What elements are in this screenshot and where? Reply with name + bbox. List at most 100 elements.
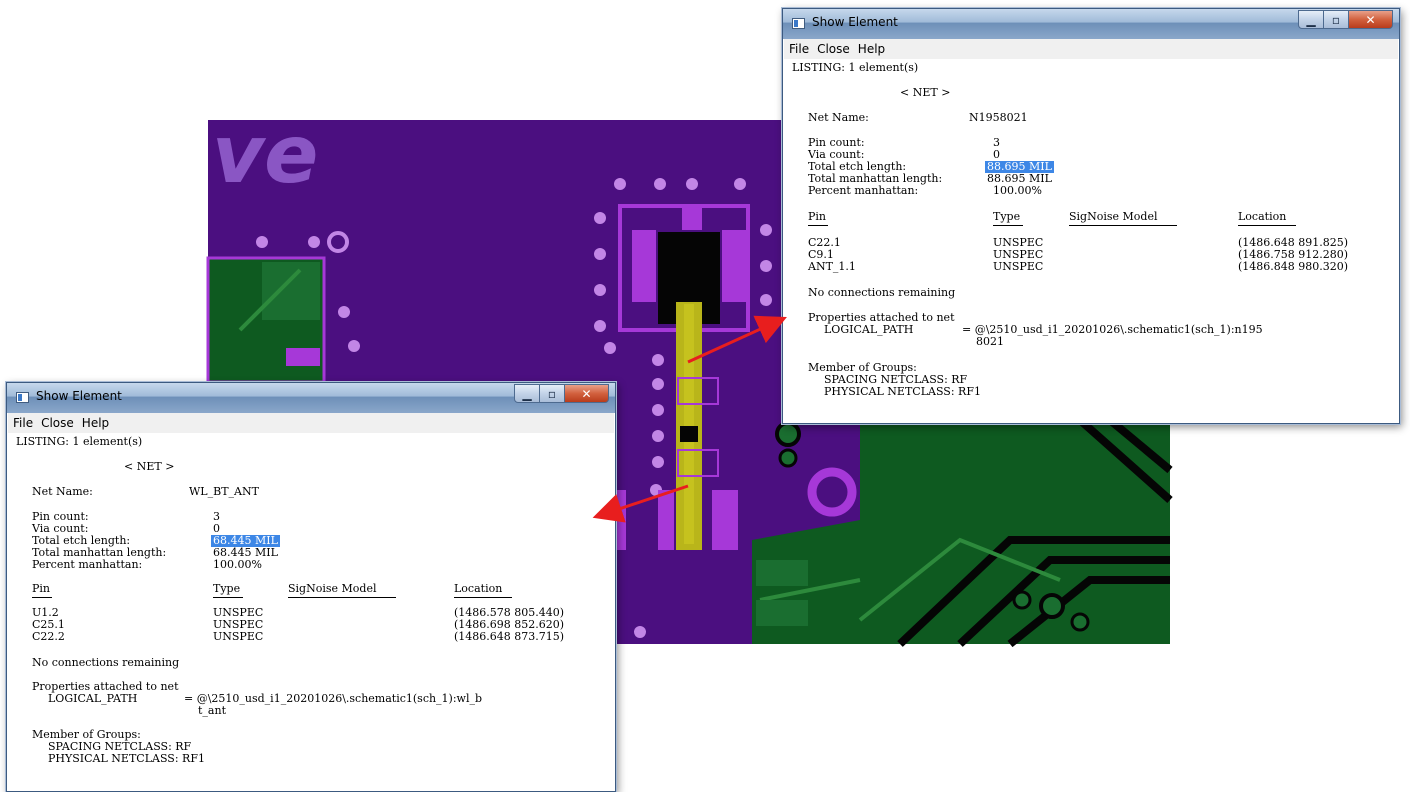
logical-path-value: = @\2510_usd_i1_20201026\.schematic1(sch… bbox=[962, 323, 1263, 336]
col-divider-model bbox=[1069, 225, 1177, 226]
stat-label-manhattan: Total manhattan length: bbox=[32, 546, 167, 559]
logical-path-continuation: t_ant bbox=[198, 704, 226, 717]
via-green-3 bbox=[1039, 593, 1065, 619]
window-title: Show Element bbox=[36, 389, 122, 403]
stat-label-percent: Percent manhattan: bbox=[808, 184, 919, 197]
window-title: Show Element bbox=[812, 15, 898, 29]
properties-header: Properties attached to net bbox=[808, 311, 955, 324]
net-name-value: N1958021 bbox=[969, 111, 1028, 124]
menu-help[interactable]: Help bbox=[82, 416, 109, 430]
via-green-4 bbox=[1070, 612, 1090, 632]
stat-value-manhattan: 68.445 MIL bbox=[213, 546, 278, 559]
col-header-location: Location bbox=[1238, 210, 1287, 223]
row-pin: U1.2 bbox=[32, 606, 59, 619]
stat-value-manhattan: 88.695 MIL bbox=[987, 172, 1052, 185]
pad-lower-right bbox=[712, 490, 738, 550]
physical-netclass: PHYSICAL NETCLASS: RF1 bbox=[824, 385, 981, 398]
listing-text-area[interactable]: LISTING: 1 element(s) < NET > Net Name: … bbox=[8, 433, 614, 790]
stat-value-pin-count: 3 bbox=[213, 510, 220, 523]
row-location: (1486.758 912.280) bbox=[1238, 248, 1349, 261]
col-divider-type bbox=[993, 225, 1023, 226]
physical-netclass: PHYSICAL NETCLASS: RF1 bbox=[48, 752, 205, 765]
col-header-model: SigNoise Model bbox=[288, 582, 377, 595]
no-connections-text: No connections remaining bbox=[32, 656, 180, 669]
spacing-netclass: SPACING NETCLASS: RF bbox=[824, 373, 968, 386]
pad-lower-left bbox=[658, 490, 674, 550]
col-header-model: SigNoise Model bbox=[1069, 210, 1158, 223]
via-green-1 bbox=[775, 421, 801, 447]
logical-path-continuation: 8021 bbox=[976, 335, 1004, 348]
row-location: (1486.698 852.620) bbox=[454, 618, 565, 631]
stat-value-percent: 100.00% bbox=[993, 184, 1042, 197]
row-pin: ANT_1.1 bbox=[808, 260, 856, 273]
groups-header: Member of Groups: bbox=[808, 361, 917, 374]
col-header-type: Type bbox=[213, 582, 241, 595]
stat-label-pin-count: Pin count: bbox=[808, 136, 865, 149]
title-bar[interactable]: Show Element ▁ ▫ ✕ bbox=[7, 383, 615, 413]
window-app-icon bbox=[16, 392, 29, 403]
menu-help[interactable]: Help bbox=[858, 42, 885, 56]
copper-fill-left bbox=[262, 262, 320, 320]
col-header-pin: Pin bbox=[808, 210, 827, 223]
logical-path-label: LOGICAL_PATH bbox=[824, 323, 914, 336]
stat-value-percent: 100.00% bbox=[213, 558, 262, 571]
row-pin: C25.1 bbox=[32, 618, 65, 631]
pad-magenta-left bbox=[286, 348, 320, 366]
no-connections-text: No connections remaining bbox=[808, 286, 956, 299]
net-name-value: WL_BT_ANT bbox=[189, 485, 259, 498]
menu-file[interactable]: File bbox=[789, 42, 809, 56]
menu-close[interactable]: Close bbox=[41, 416, 74, 430]
close-window-button[interactable]: ✕ bbox=[565, 384, 609, 403]
row-pin: C22.2 bbox=[32, 630, 65, 643]
col-header-location: Location bbox=[454, 582, 503, 595]
via-green-5 bbox=[1012, 590, 1032, 610]
stat-value-pin-count: 3 bbox=[993, 136, 1000, 149]
stat-value-total-etch-selected[interactable]: 68.445 MIL bbox=[211, 535, 280, 547]
listing-header: LISTING: 1 element(s) bbox=[16, 435, 143, 448]
window-app-icon bbox=[792, 18, 805, 29]
stat-label-total-etch: Total etch length: bbox=[808, 160, 907, 173]
stat-value-total-etch-selected[interactable]: 88.695 MIL bbox=[985, 161, 1054, 173]
minimize-button[interactable]: ▁ bbox=[514, 384, 540, 403]
section-title: < NET > bbox=[900, 86, 951, 99]
maximize-button[interactable]: ▫ bbox=[540, 384, 565, 403]
maximize-button[interactable]: ▫ bbox=[1324, 10, 1349, 29]
stat-value-via-count: 0 bbox=[213, 522, 220, 535]
stat-label-percent: Percent manhattan: bbox=[32, 558, 143, 571]
logical-path-value: = @\2510_usd_i1_20201026\.schematic1(sch… bbox=[184, 692, 483, 705]
stat-label-pin-count: Pin count: bbox=[32, 510, 89, 523]
pcb-logo-text: ve bbox=[212, 108, 318, 201]
col-divider-type bbox=[213, 597, 243, 598]
col-divider-location bbox=[454, 597, 512, 598]
title-bar[interactable]: Show Element ▁ ▫ ✕ bbox=[783, 9, 1399, 39]
spacing-netclass: SPACING NETCLASS: RF bbox=[48, 740, 192, 753]
row-pin: C22.1 bbox=[808, 236, 841, 249]
stat-label-via-count: Via count: bbox=[808, 148, 865, 161]
rf-trace-yellow-center bbox=[684, 304, 694, 544]
col-divider-pin bbox=[32, 597, 52, 598]
row-location: (1486.578 805.440) bbox=[454, 606, 565, 619]
col-header-type: Type bbox=[993, 210, 1021, 223]
row-type: UNSPEC bbox=[993, 260, 1044, 273]
row-type: UNSPEC bbox=[213, 630, 264, 643]
col-divider-pin bbox=[808, 225, 828, 226]
component-pad-left bbox=[632, 230, 656, 302]
row-type: UNSPEC bbox=[993, 236, 1044, 249]
component-pad-top bbox=[682, 206, 702, 230]
listing-text-area[interactable]: LISTING: 1 element(s) < NET > Net Name: … bbox=[784, 59, 1398, 422]
copper-pad-r2 bbox=[756, 600, 808, 626]
net-name-label: Net Name: bbox=[32, 485, 93, 498]
minimize-button[interactable]: ▁ bbox=[1298, 10, 1324, 29]
row-type: UNSPEC bbox=[213, 606, 264, 619]
via-green-2 bbox=[778, 448, 798, 468]
show-element-window-left: Show Element ▁ ▫ ✕ File Close Help LISTI… bbox=[6, 382, 616, 792]
close-window-button[interactable]: ✕ bbox=[1349, 10, 1393, 29]
row-location: (1486.648 891.825) bbox=[1238, 236, 1349, 249]
rf-gap bbox=[680, 426, 698, 442]
groups-header: Member of Groups: bbox=[32, 728, 141, 741]
stat-label-total-etch: Total etch length: bbox=[32, 534, 131, 547]
col-divider-location bbox=[1238, 225, 1296, 226]
menu-file[interactable]: File bbox=[13, 416, 33, 430]
menu-close[interactable]: Close bbox=[817, 42, 850, 56]
net-name-label: Net Name: bbox=[808, 111, 869, 124]
